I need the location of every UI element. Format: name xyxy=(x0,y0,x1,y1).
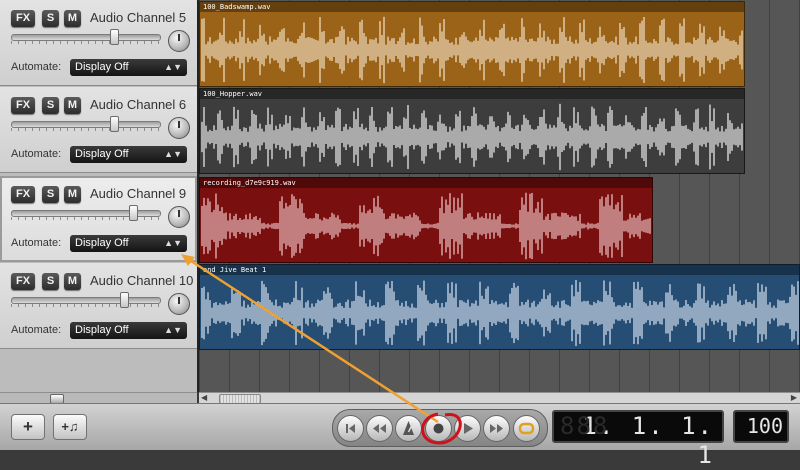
bottom-toolbar: + +♫ 888 1. 1. 1. 1 100 xyxy=(0,403,800,469)
mute-button[interactable]: M xyxy=(64,97,81,114)
channel-strip-audio-channel-10: FX S M Audio Channel 10 Automate: Displa… xyxy=(0,263,197,349)
fx-button[interactable]: FX xyxy=(11,273,35,290)
fast-forward-icon xyxy=(490,424,503,433)
automate-value: Display Off xyxy=(75,61,129,73)
channel-name: Audio Channel 10 xyxy=(90,273,194,288)
volume-slider[interactable] xyxy=(11,34,161,41)
clip-title: 100_Badswamp.wav xyxy=(200,2,744,12)
metronome-icon xyxy=(403,421,414,435)
add-instrument-track-button[interactable]: +♫ xyxy=(53,414,87,440)
volume-slider[interactable] xyxy=(11,210,161,217)
volume-slider-ticks xyxy=(11,304,159,307)
clip-waveform xyxy=(201,16,743,84)
clip-title: and Jive Beat 1 xyxy=(200,265,799,275)
clip-waveform xyxy=(201,103,743,171)
solo-button[interactable]: S xyxy=(42,97,59,114)
automate-label: Automate: xyxy=(11,324,62,336)
pan-knob[interactable] xyxy=(168,293,190,315)
fast-forward-button[interactable] xyxy=(483,415,510,442)
clip-title: 100_Hopper.wav xyxy=(200,89,744,99)
pan-knob[interactable] xyxy=(168,30,190,52)
audio-clip[interactable]: and Jive Beat 1 xyxy=(199,264,800,350)
channel-name: Audio Channel 5 xyxy=(90,10,187,25)
volume-slider-thumb[interactable] xyxy=(120,292,129,308)
automate-label: Automate: xyxy=(11,61,62,73)
play-button[interactable] xyxy=(454,415,481,442)
automate-select[interactable]: Display Off ▲▼ xyxy=(70,146,187,163)
fx-button[interactable]: FX xyxy=(11,10,35,27)
channel-name: Audio Channel 9 xyxy=(90,186,187,201)
rewind-button[interactable] xyxy=(366,415,393,442)
volume-slider[interactable] xyxy=(11,121,161,128)
volume-slider-thumb[interactable] xyxy=(110,116,119,132)
automate-value: Display Off xyxy=(75,237,129,249)
rewind-icon xyxy=(373,424,386,433)
solo-button[interactable]: S xyxy=(42,10,59,27)
audio-clip[interactable]: 100_Badswamp.wav xyxy=(199,1,745,87)
select-arrows-icon: ▲▼ xyxy=(164,238,182,248)
solo-button[interactable]: S xyxy=(42,273,59,290)
fx-button[interactable]: FX xyxy=(11,186,35,203)
play-icon xyxy=(464,423,473,434)
fx-button[interactable]: FX xyxy=(11,97,35,114)
clip-waveform xyxy=(201,279,799,347)
add-track-button[interactable]: + xyxy=(11,414,45,440)
loop-button[interactable] xyxy=(513,415,540,442)
automate-select[interactable]: Display Off ▲▼ xyxy=(70,235,187,252)
metronome-button[interactable] xyxy=(395,415,422,442)
scroll-left-icon[interactable]: ◀ xyxy=(201,393,207,402)
tempo-display: 100 xyxy=(733,410,789,443)
volume-slider-ticks xyxy=(11,41,159,44)
audio-clip[interactable]: recording_d7e9c919.wav xyxy=(199,177,653,263)
select-arrows-icon: ▲▼ xyxy=(164,149,182,159)
select-arrows-icon: ▲▼ xyxy=(164,325,182,335)
automate-label: Automate: xyxy=(11,148,62,160)
volume-slider-thumb[interactable] xyxy=(129,205,138,221)
automate-value: Display Off xyxy=(75,148,129,160)
automate-select[interactable]: Display Off ▲▼ xyxy=(70,322,187,339)
select-arrows-icon: ▲▼ xyxy=(164,62,182,72)
channel-strip-audio-channel-6: FX S M Audio Channel 6 Automate: Display… xyxy=(0,87,197,173)
channel-strip-audio-channel-9: FX S M Audio Channel 9 Automate: Display… xyxy=(0,176,197,262)
solo-button[interactable]: S xyxy=(42,186,59,203)
skip-back-icon xyxy=(346,424,355,433)
audio-clip[interactable]: 100_Hopper.wav xyxy=(199,88,745,174)
automate-select[interactable]: Display Off ▲▼ xyxy=(70,59,187,76)
clip-title: recording_d7e9c919.wav xyxy=(200,178,652,188)
display-ghost-digits: 888 xyxy=(560,412,610,440)
automate-label: Automate: xyxy=(11,237,62,249)
position-display: 888 1. 1. 1. 1 xyxy=(552,410,724,469)
transport-controls xyxy=(332,409,548,447)
mute-button[interactable]: M xyxy=(64,186,81,203)
clip-waveform xyxy=(201,192,651,260)
record-icon xyxy=(433,423,444,434)
automate-value: Display Off xyxy=(75,324,129,336)
channel-panel: FX S M Audio Channel 5 Automate: Display… xyxy=(0,0,197,392)
tempo-value: 100 xyxy=(746,414,783,438)
pan-knob[interactable] xyxy=(168,117,190,139)
volume-slider-ticks xyxy=(11,128,159,131)
record-button[interactable] xyxy=(425,415,452,442)
mute-button[interactable]: M xyxy=(64,273,81,290)
channel-strip-audio-channel-5: FX S M Audio Channel 5 Automate: Display… xyxy=(0,0,197,86)
pan-knob[interactable] xyxy=(168,206,190,228)
volume-slider-thumb[interactable] xyxy=(110,29,119,45)
loop-icon xyxy=(518,422,535,435)
mute-button[interactable]: M xyxy=(64,10,81,27)
volume-slider[interactable] xyxy=(11,297,161,304)
channel-name: Audio Channel 6 xyxy=(90,97,187,112)
scroll-right-icon[interactable]: ▶ xyxy=(791,393,797,402)
go-to-start-button[interactable] xyxy=(337,415,364,442)
